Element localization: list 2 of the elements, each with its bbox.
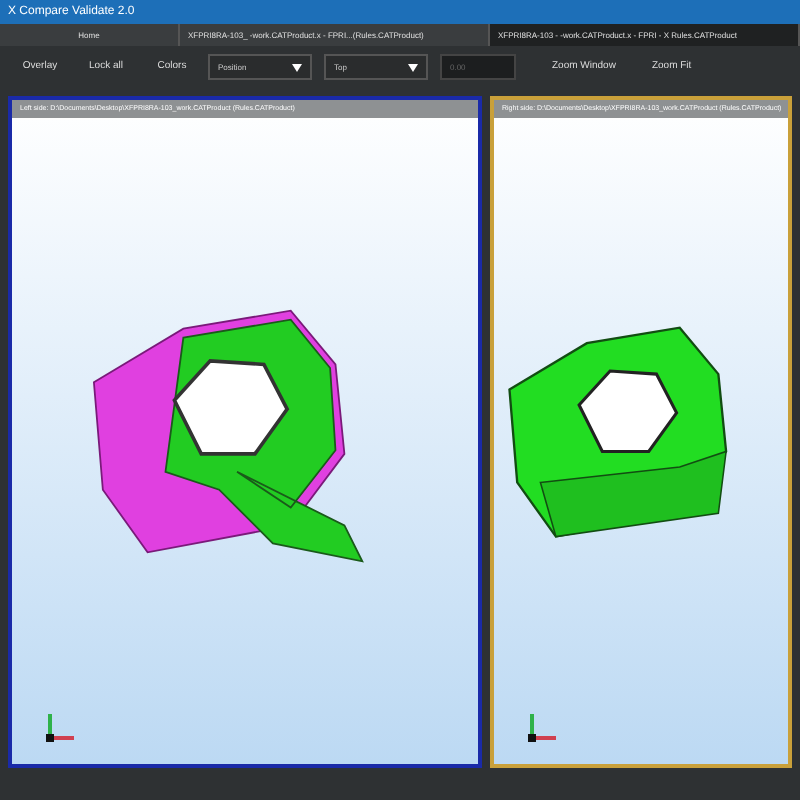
caret-icon [292, 63, 302, 71]
caret-icon [408, 63, 418, 71]
